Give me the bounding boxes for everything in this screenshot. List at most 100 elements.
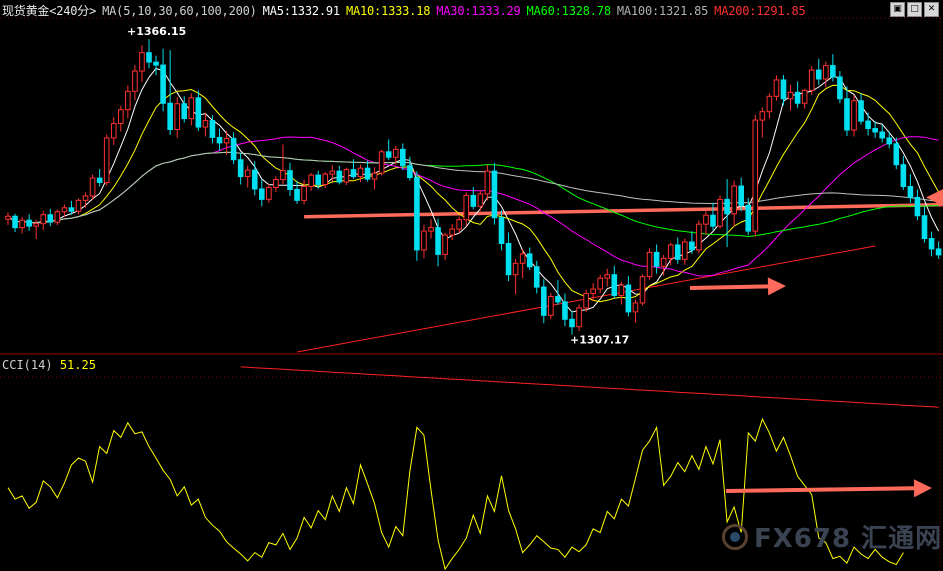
candle-body bbox=[752, 119, 759, 232]
candle-body bbox=[89, 177, 96, 197]
candle-body bbox=[801, 89, 808, 104]
low-price-label: +1307.17 bbox=[570, 333, 629, 346]
watermark: FX678 汇通网 bbox=[722, 518, 942, 555]
candle bbox=[435, 218, 441, 267]
candle-body bbox=[385, 151, 392, 158]
candle-body bbox=[498, 217, 505, 244]
candle bbox=[414, 171, 420, 261]
price-labels: +1366.15 +1307.17 bbox=[127, 25, 629, 346]
candle bbox=[724, 179, 730, 247]
candle bbox=[696, 220, 702, 254]
candle bbox=[674, 237, 681, 264]
candle bbox=[858, 93, 864, 125]
candle bbox=[400, 143, 406, 171]
flat-price-arrow-head bbox=[767, 277, 786, 296]
candle bbox=[294, 180, 300, 204]
candle-body bbox=[470, 194, 477, 207]
candle-body bbox=[322, 173, 329, 186]
candle-body bbox=[844, 98, 850, 131]
candle bbox=[823, 61, 829, 88]
candle-body bbox=[632, 302, 639, 313]
candle bbox=[216, 128, 223, 151]
candle bbox=[96, 169, 103, 187]
candle bbox=[26, 214, 32, 231]
candle-body bbox=[343, 169, 350, 183]
candle bbox=[174, 97, 180, 138]
candle-body bbox=[132, 70, 138, 92]
fx678-logo-icon bbox=[722, 523, 748, 550]
candle bbox=[562, 293, 568, 327]
candle-body bbox=[548, 296, 554, 316]
candle-body bbox=[181, 103, 188, 120]
candle-body bbox=[935, 248, 942, 256]
candle-body bbox=[738, 185, 745, 206]
candle-body bbox=[569, 318, 575, 328]
candle bbox=[548, 293, 554, 320]
candle bbox=[343, 167, 350, 186]
candle-body bbox=[893, 143, 900, 166]
candle bbox=[195, 90, 202, 131]
candle bbox=[378, 149, 385, 176]
candle bbox=[555, 280, 561, 305]
candle-body bbox=[251, 169, 258, 190]
candle bbox=[703, 211, 709, 235]
candle bbox=[646, 248, 653, 280]
candle-body bbox=[604, 274, 611, 279]
candle-body bbox=[33, 223, 40, 227]
candle bbox=[505, 232, 512, 282]
candle-body bbox=[414, 177, 420, 251]
candle bbox=[801, 88, 808, 109]
candle-body bbox=[40, 214, 47, 225]
candle bbox=[89, 174, 96, 200]
candle-body bbox=[921, 215, 928, 240]
candle bbox=[160, 48, 166, 112]
candle bbox=[202, 113, 209, 137]
candle-body bbox=[174, 103, 180, 131]
candle bbox=[54, 209, 61, 226]
candle-body bbox=[682, 241, 688, 260]
candle bbox=[639, 274, 646, 306]
candle bbox=[301, 179, 307, 205]
candle-body bbox=[597, 277, 604, 290]
candle bbox=[689, 231, 695, 254]
candle-body bbox=[47, 214, 54, 223]
candle-body bbox=[329, 170, 336, 175]
candle-body bbox=[216, 136, 223, 144]
candle bbox=[82, 192, 89, 208]
candle-body bbox=[900, 164, 907, 187]
candle-body bbox=[766, 95, 773, 113]
candle-body bbox=[259, 188, 265, 200]
moving-average-lines bbox=[7, 67, 940, 408]
candle-body bbox=[110, 123, 117, 139]
candle bbox=[879, 124, 886, 143]
candle-body bbox=[639, 276, 646, 304]
candle bbox=[371, 167, 378, 190]
kline-chart[interactable]: +1366.15 +1307.17 bbox=[0, 0, 943, 571]
candle bbox=[5, 212, 11, 226]
candle bbox=[519, 249, 526, 279]
candle-body bbox=[519, 253, 526, 264]
candle-body bbox=[160, 64, 166, 104]
candle-body bbox=[759, 111, 766, 121]
candle-body bbox=[865, 120, 871, 130]
candle bbox=[132, 65, 138, 101]
candle-body bbox=[618, 284, 625, 297]
candle-body bbox=[244, 169, 251, 178]
candle bbox=[717, 195, 723, 229]
candle-body bbox=[696, 223, 702, 251]
candle bbox=[273, 176, 279, 192]
candle-body bbox=[858, 100, 864, 122]
candle-body bbox=[731, 185, 737, 215]
candle-body bbox=[674, 244, 681, 260]
candle bbox=[146, 39, 152, 69]
candle bbox=[752, 114, 759, 237]
candle-body bbox=[280, 170, 286, 181]
candle-body bbox=[223, 137, 230, 144]
candle bbox=[336, 165, 343, 185]
candle bbox=[618, 281, 625, 305]
candle-body bbox=[710, 214, 716, 227]
candle bbox=[456, 216, 462, 234]
candle-body bbox=[153, 61, 159, 66]
candle bbox=[237, 152, 244, 185]
candle-body bbox=[823, 65, 829, 80]
